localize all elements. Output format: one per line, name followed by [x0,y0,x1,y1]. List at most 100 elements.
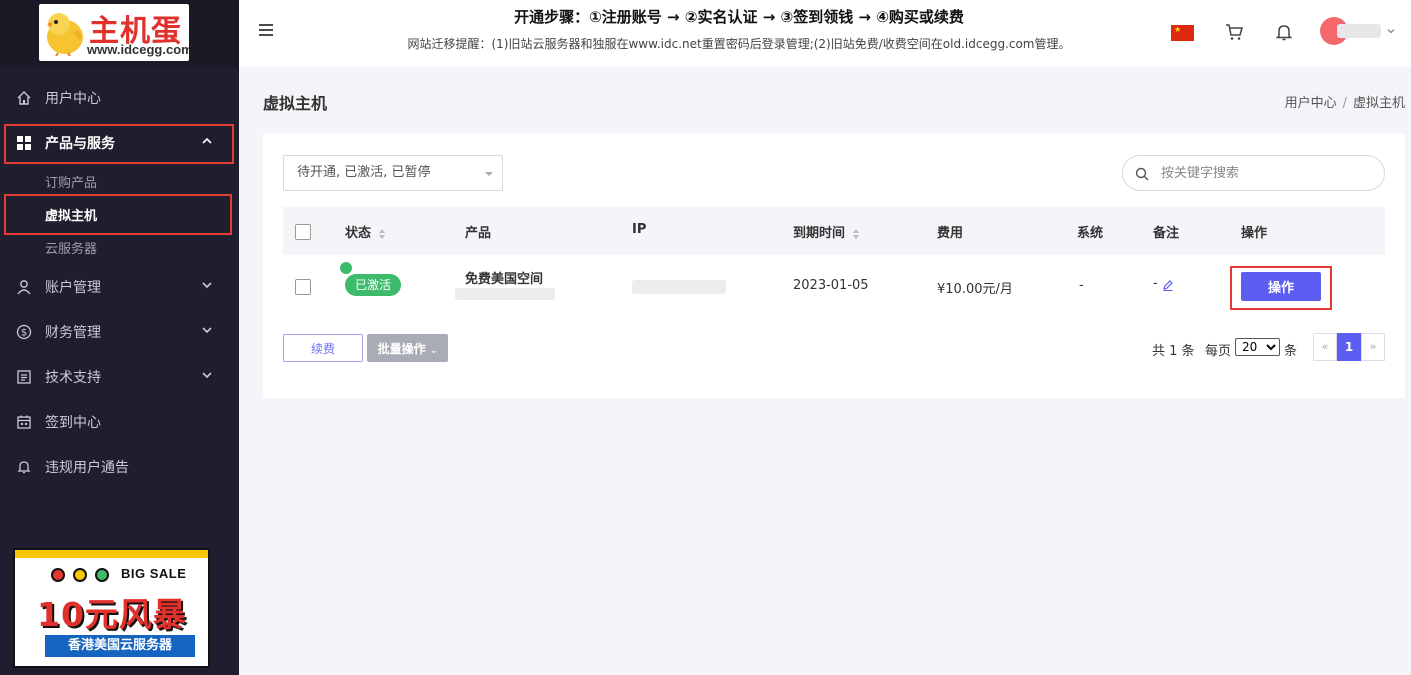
product-detail-masked [455,288,555,300]
status-filter-select[interactable]: 待开通, 已激活, 已暂停 [283,155,503,191]
logo-domain: www.idcegg.com [87,42,189,57]
column-status[interactable]: 状态 [345,222,386,241]
sidebar-item-label: 技术支持 [45,369,101,386]
yellow-dot-icon [73,568,87,582]
promo-banner[interactable]: BIG SALE 10元风暴 香港美国云服务器 [13,548,210,668]
sidebar-subitem-label: 云服务器 [45,242,98,257]
sidebar-item-violation[interactable]: 违规用户通告 [0,444,239,489]
search-input[interactable] [1161,163,1371,183]
select-all-checkbox[interactable] [295,224,311,240]
bell-icon [15,458,33,476]
column-note: 备注 [1153,226,1180,241]
promo-topbar [15,550,208,558]
sidebar-item-label: 签到中心 [45,414,101,431]
chevron-down-icon [202,282,212,289]
dollar-icon: $ [15,323,33,341]
green-dot-icon [95,568,109,582]
sidebar-nav: 用户中心 产品与服务 订购产品 虚拟主机 云服务器 账户管理 $ 财务管理 技术… [0,75,239,489]
sidebar: 主机蛋 www.idcegg.com 用户中心 产品与服务 订购产品 虚拟主机 … [0,0,239,675]
page-number-button[interactable]: 1 [1337,333,1361,361]
sidebar-item-label: 产品与服务 [45,135,115,152]
status-filter-value: 待开通, 已激活, 已暂停 [297,165,431,180]
notification-bell-icon[interactable] [1274,22,1294,42]
sidebar-item-finance[interactable]: $ 财务管理 [0,309,239,354]
sidebar-item-label: 财务管理 [45,324,101,341]
total-count: 共 1 条 [1152,344,1195,359]
product-list-card: 待开通, 已激活, 已暂停 状态 产品 IP 到期时间 费用 系统 备注 操作 … [263,133,1405,398]
status-badge: 已激活 [345,274,402,296]
table-row: 已激活 免费美国空间 2023-01-05 ¥10.00元/月 - - 操作 [283,255,1385,317]
sort-icon[interactable] [379,228,386,239]
sidebar-item-label: 违规用户通告 [45,459,129,476]
per-page-label: 每页 [1205,344,1232,359]
sort-icon[interactable] [853,228,860,239]
home-icon [15,89,33,107]
chick-logo-icon [47,13,83,56]
user-name-masked[interactable] [1337,24,1381,38]
search-box [1122,155,1385,191]
ip-masked [632,280,726,294]
cart-icon[interactable] [1224,22,1244,42]
calendar-icon [15,413,33,431]
column-ip: IP [632,222,647,237]
status-dot-icon [340,262,352,274]
china-flag-icon[interactable]: ★ [1171,25,1194,41]
sidebar-item-products[interactable]: 产品与服务 [0,120,239,165]
column-label: 到期时间 [793,226,846,241]
sidebar-subitem-vhost[interactable]: 虚拟主机 [0,198,239,231]
expire-date: 2023-01-05 [793,278,869,293]
row-checkbox[interactable] [295,279,311,295]
chevron-down-icon [202,372,212,379]
action-button[interactable]: 操作 [1241,272,1321,301]
sidebar-item-checkin[interactable]: 签到中心 [0,399,239,444]
per-page-select[interactable]: 20 [1235,338,1280,356]
edit-pencil-icon[interactable] [1162,279,1174,291]
sidebar-subitem-label: 订购产品 [45,176,98,191]
promo-bigsale: BIG SALE [121,566,187,581]
next-page-button[interactable]: » [1361,333,1385,361]
chevron-up-icon [202,137,212,144]
red-dot-icon [51,568,65,582]
chevron-down-icon[interactable] [1387,27,1395,35]
system-value: - [1079,278,1084,293]
sidebar-item-label: 用户中心 [45,90,101,107]
search-icon [1135,167,1149,181]
sidebar-item-user-center[interactable]: 用户中心 [0,75,239,120]
notice-text: 网站迁移提醒：(1)旧站云服务器和独服在www.idc.net重置密码后登录管理… [407,37,1071,51]
column-fee: 费用 [937,226,964,241]
prev-page-button[interactable]: « [1313,333,1337,361]
breadcrumb: 用户中心 / 虚拟主机 [1285,92,1405,111]
sidebar-subitem-label: 虚拟主机 [45,209,98,224]
breadcrumb-separator: / [1342,96,1347,111]
sidebar-subitem-order[interactable]: 订购产品 [0,165,239,198]
logo[interactable]: 主机蛋 www.idcegg.com [39,4,189,61]
chevron-down-icon [202,327,212,334]
promo-dots [51,568,109,582]
grid-icon [15,134,33,152]
renew-button[interactable]: 续费 [283,334,363,362]
breadcrumb-home[interactable]: 用户中心 [1285,96,1337,111]
column-system: 系统 [1077,226,1104,241]
fee-value: ¥10.00元/月 [937,282,1013,297]
promo-subtitle: 香港美国云服务器 [45,635,195,657]
column-expire[interactable]: 到期时间 [793,222,860,241]
column-product: 产品 [465,226,492,241]
sidebar-item-support[interactable]: 技术支持 [0,354,239,399]
sidebar-subitem-cloud[interactable]: 云服务器 [0,231,239,264]
chevron-down-icon: ⌄ [429,345,438,356]
page-title: 虚拟主机 [263,94,328,113]
per-page-unit: 条 [1284,344,1298,359]
product-name[interactable]: 免费美国空间 [465,268,543,287]
user-icon [15,278,33,296]
table-header: 状态 产品 IP 到期时间 费用 系统 备注 操作 [283,207,1385,255]
promo-headline: 10元风暴 [37,595,187,634]
document-icon [15,368,33,386]
batch-actions-button[interactable]: 批量操作 ⌄ [367,334,448,362]
breadcrumb-current: 虚拟主机 [1352,96,1405,111]
sidebar-item-label: 账户管理 [45,279,101,296]
top-header: 开通步骤：①注册账号 → ②实名认证 → ③签到领钱 → ④购买或续费 网站迁移… [239,0,1411,67]
sidebar-item-account[interactable]: 账户管理 [0,264,239,309]
note-value: - [1153,276,1158,291]
column-action: 操作 [1241,226,1268,241]
logo-area: 主机蛋 www.idcegg.com [0,0,239,67]
